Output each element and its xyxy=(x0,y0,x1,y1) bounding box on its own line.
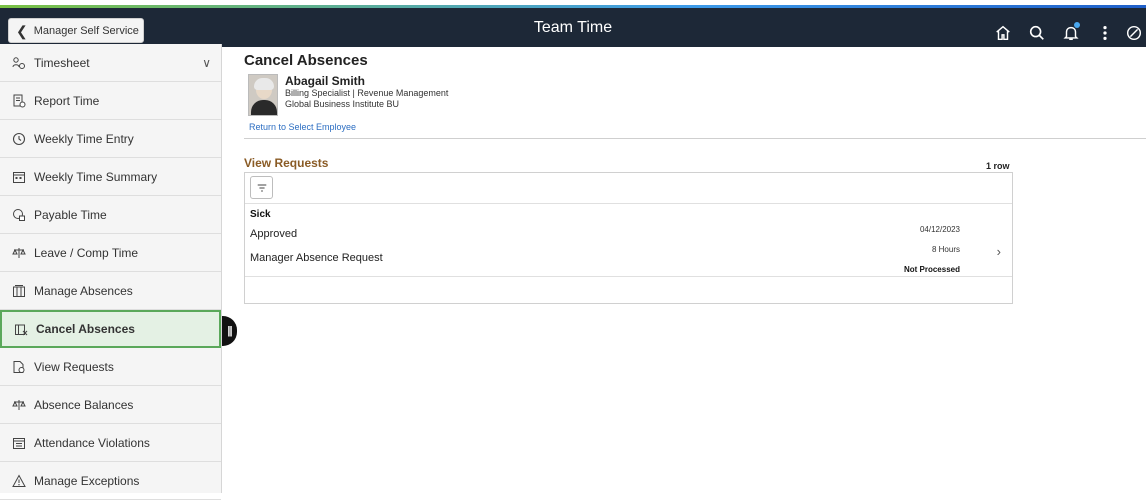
sidebar-item-view-requests[interactable]: View Requests xyxy=(0,348,221,386)
sidebar-item-label: Weekly Time Summary xyxy=(34,169,158,184)
view-requests-icon xyxy=(12,360,26,374)
manage-absences-icon xyxy=(12,284,26,298)
timesheet-icon xyxy=(12,56,26,70)
sidebar: Timesheet ∨ Report Time Weekly Time Entr… xyxy=(0,44,222,500)
divider xyxy=(244,138,1146,139)
employee-business-unit: Global Business Institute BU xyxy=(285,99,400,109)
processing-status: Not Processed xyxy=(903,265,960,274)
sidebar-item-weekly-time-summary[interactable]: Weekly Time Summary xyxy=(0,158,221,196)
notification-badge xyxy=(1074,22,1080,28)
page-header-title: Team Time xyxy=(533,19,613,36)
app-header: ❮ Manager Self Service Team Time xyxy=(0,8,1146,47)
actions-menu-icon[interactable] xyxy=(1088,19,1122,47)
sidebar-item-label: Weekly Time Entry xyxy=(34,131,134,146)
scales-icon xyxy=(12,398,26,412)
warning-icon xyxy=(12,473,26,488)
employee-job: Billing Specialist | Revenue Management xyxy=(285,88,449,98)
filter-icon xyxy=(257,183,266,192)
sidebar-item-label: Leave / Comp Time xyxy=(34,245,139,260)
chevron-down-icon[interactable]: ∨ xyxy=(202,56,211,70)
absence-date: 04/12/2023 xyxy=(919,225,960,234)
sidebar-item-absence-balances[interactable]: Absence Balances xyxy=(0,386,221,424)
absence-type: Sick xyxy=(250,209,271,220)
notifications-icon[interactable] xyxy=(1054,19,1088,47)
sidebar-collapse-handle[interactable]: || xyxy=(222,316,237,346)
sidebar-item-attendance-violations[interactable]: Attendance Violations xyxy=(0,424,221,462)
avatar xyxy=(248,74,278,116)
navbar-icon[interactable] xyxy=(1122,19,1146,47)
grid-toolbar xyxy=(245,173,1012,204)
request-status: Approved xyxy=(250,228,298,240)
request-source: Manager Absence Request xyxy=(250,252,383,264)
filter-button[interactable] xyxy=(250,176,273,199)
sidebar-item-label: Manage Exceptions xyxy=(34,473,140,488)
return-to-select-employee-link[interactable]: Return to Select Employee xyxy=(249,122,356,132)
sidebar-item-label: Absence Balances xyxy=(34,397,134,412)
calendar-icon xyxy=(12,436,26,450)
sidebar-item-label: Report Time xyxy=(34,93,100,108)
calendar-summary-icon xyxy=(12,170,26,184)
sidebar-item-timesheet[interactable]: Timesheet ∨ xyxy=(0,44,221,82)
search-icon[interactable] xyxy=(1020,19,1054,47)
employee-name: Abagail Smith xyxy=(285,74,366,88)
requests-grid: Sick Approved Manager Absence Request 04… xyxy=(244,172,1013,304)
sidebar-item-weekly-time-entry[interactable]: Weekly Time Entry xyxy=(0,120,221,158)
cancel-absences-icon xyxy=(14,322,28,336)
sidebar-item-manage-exceptions[interactable]: Manage Exceptions xyxy=(0,462,221,500)
sidebar-item-label: Payable Time xyxy=(34,207,107,222)
home-icon[interactable] xyxy=(986,19,1020,47)
section-title: View Requests xyxy=(244,156,329,170)
sidebar-item-label: Timesheet xyxy=(34,55,90,70)
main-content: Cancel Absences Abagail Smith Billing Sp… xyxy=(238,44,1146,493)
sidebar-item-manage-absences[interactable]: Manage Absences xyxy=(0,272,221,310)
header-accent xyxy=(0,0,1146,8)
chevron-right-icon[interactable]: › xyxy=(997,244,1001,259)
sidebar-item-cancel-absences[interactable]: Cancel Absences xyxy=(0,310,221,348)
payable-time-icon xyxy=(12,208,26,222)
absence-duration: 8 Hours xyxy=(931,245,960,254)
scales-icon xyxy=(12,246,26,260)
table-row[interactable]: Sick Approved Manager Absence Request 04… xyxy=(245,204,1012,277)
page-title: Cancel Absences xyxy=(244,52,368,69)
sidebar-item-label: Attendance Violations xyxy=(34,435,150,450)
sidebar-item-leave-comp-time[interactable]: Leave / Comp Time xyxy=(0,234,221,272)
sidebar-item-label: Cancel Absences xyxy=(36,322,135,336)
sidebar-item-report-time[interactable]: Report Time xyxy=(0,82,221,120)
drag-handle-icon: || xyxy=(227,325,232,337)
row-count: 1 row xyxy=(986,161,1010,171)
sidebar-item-label: View Requests xyxy=(34,359,114,374)
report-time-icon xyxy=(12,94,26,108)
sidebar-item-payable-time[interactable]: Payable Time xyxy=(0,196,221,234)
employee-header: Abagail Smith Billing Specialist | Reven… xyxy=(248,74,448,116)
sidebar-item-label: Manage Absences xyxy=(34,283,133,298)
clock-icon xyxy=(12,132,26,146)
